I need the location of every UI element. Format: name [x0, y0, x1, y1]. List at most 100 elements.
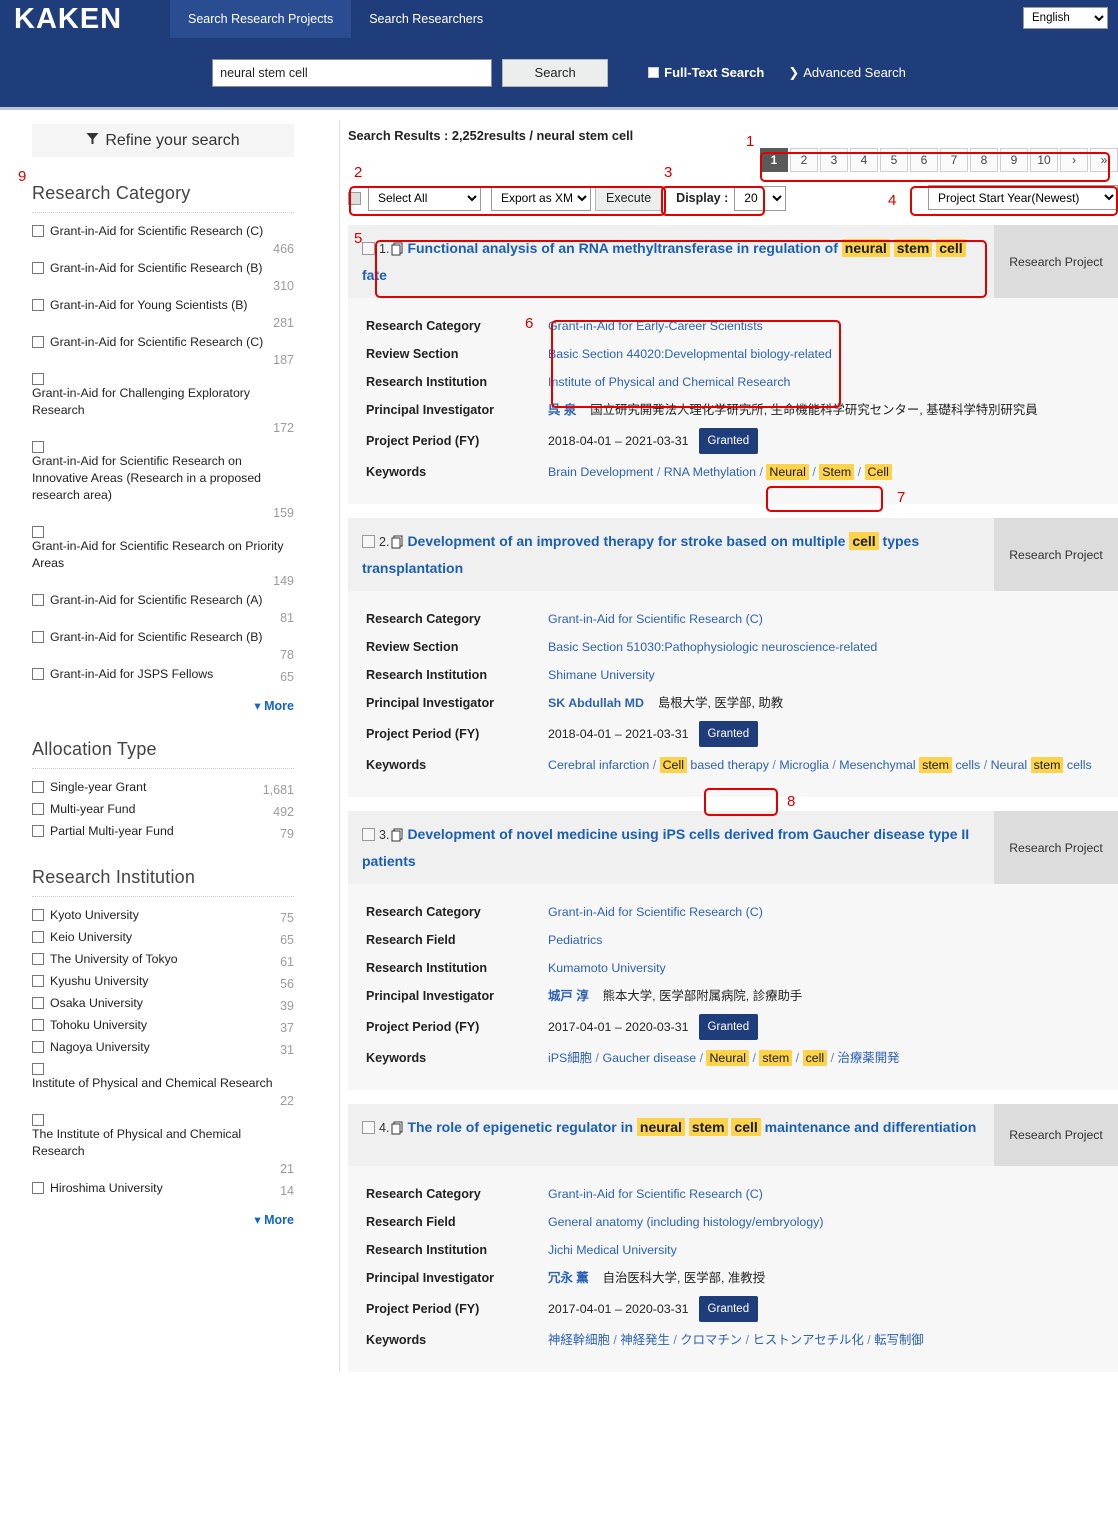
facet-option[interactable]: Grant-in-Aid for Scientific Research (A)… [32, 588, 294, 625]
field-value[interactable]: Basic Section 51030:Pathophysiologic neu… [548, 637, 893, 657]
field-value[interactable]: Brain Development / RNA Methylation / Ne… [548, 462, 908, 482]
field-value[interactable]: Basic Section 44020:Developmental biolog… [548, 344, 848, 364]
field-value[interactable]: 神経幹細胞 / 神経発生 / クロマチン / ヒストンアセチル化 / 転写制御 [548, 1330, 940, 1350]
facet-option[interactable]: Single-year Grant 1,681 [32, 775, 294, 797]
checkbox-icon[interactable] [32, 975, 44, 987]
facet-option[interactable]: The Institute of Physical and Chemical R… [32, 1108, 294, 1176]
facet-option[interactable]: Grant-in-Aid for Scientific Research (C)… [32, 330, 294, 367]
result-title-link[interactable]: Development of an improved therapy for s… [362, 532, 919, 576]
checkbox-icon[interactable] [32, 526, 44, 538]
sort-order-dropdown[interactable]: Project Start Year(Newest) [928, 185, 1118, 210]
keyword[interactable]: Neural [991, 758, 1028, 772]
checkbox-icon[interactable] [32, 1019, 44, 1031]
field-value[interactable]: 2018-04-01 – 2021-03-31 Granted [548, 721, 774, 747]
field-value[interactable]: 城戸 淳熊本大学, 医学部附属病院, 診療助手 [548, 986, 818, 1006]
keyword[interactable]: Microglia [779, 758, 829, 772]
facet-option[interactable]: Kyushu University 56 [32, 969, 294, 991]
keyword[interactable]: Cerebral infarction [548, 758, 649, 772]
facet-option[interactable]: Grant-in-Aid for Scientific Research (C)… [32, 219, 294, 256]
facet-option[interactable]: Institute of Physical and Chemical Resea… [32, 1057, 294, 1108]
checkbox-icon[interactable] [32, 931, 44, 943]
checkbox-icon[interactable] [32, 594, 44, 606]
result-checkbox[interactable] [362, 242, 375, 255]
search-button[interactable]: Search [502, 58, 609, 87]
pi-name[interactable]: 城戸 淳 [548, 989, 589, 1003]
facet-option[interactable]: Grant-in-Aid for Scientific Research on … [32, 435, 294, 520]
checkbox-icon[interactable] [32, 299, 44, 311]
result-title-link[interactable]: The role of epigenetic regulator in neur… [407, 1118, 976, 1136]
pagination-page-1[interactable]: 1 [760, 148, 788, 172]
facet-option[interactable]: Grant-in-Aid for Young Scientists (B) 281 [32, 293, 294, 330]
result-checkbox[interactable] [362, 1121, 375, 1134]
keyword[interactable]: 治療薬開発 [838, 1051, 900, 1065]
full-text-search-toggle[interactable]: Full-Text Search [648, 65, 764, 80]
keyword[interactable]: iPS細胞 [548, 1051, 592, 1065]
keyword[interactable]: ヒストンアセチル化 [753, 1333, 864, 1347]
pagination-page-9[interactable]: 9 [1000, 148, 1028, 172]
keyword-highlight[interactable]: Cell [864, 464, 892, 480]
execute-button[interactable]: Execute [595, 185, 663, 211]
result-checkbox[interactable] [362, 535, 375, 548]
facet-option[interactable]: Keio University 65 [32, 925, 294, 947]
facet-option[interactable]: Kyoto University 75 [32, 903, 294, 925]
field-value[interactable]: Institute of Physical and Chemical Resea… [548, 372, 806, 392]
kaken-logo[interactable]: KAKEN [0, 0, 170, 38]
field-value[interactable]: Kumamoto University [548, 958, 682, 978]
pagination-page-2[interactable]: 2 [790, 148, 818, 172]
language-select[interactable]: English [1023, 7, 1108, 29]
pagination-last-button[interactable]: » [1090, 148, 1118, 172]
facet-option[interactable]: Grant-in-Aid for JSPS Fellows 65 [32, 662, 294, 684]
facet-option[interactable]: Osaka University 39 [32, 991, 294, 1013]
pagination-page-3[interactable]: 3 [820, 148, 848, 172]
field-value[interactable]: Grant-in-Aid for Scientific Research (C) [548, 609, 779, 629]
keyword-highlight[interactable]: Neural [766, 464, 809, 480]
pagination-page-5[interactable]: 5 [880, 148, 908, 172]
checkbox-icon[interactable] [32, 373, 44, 385]
facet-option[interactable]: Nagoya University 31 [32, 1035, 294, 1057]
facet-option[interactable]: Partial Multi-year Fund 79 [32, 819, 294, 841]
checkbox-icon[interactable] [32, 909, 44, 921]
field-value[interactable]: 呉 泉国立研究開発法人理化学研究所, 生命機能科学研究センター, 基礎科学特別研… [548, 400, 1054, 420]
facet-option[interactable]: Grant-in-Aid for Scientific Research on … [32, 520, 294, 588]
checkbox-icon[interactable] [32, 441, 44, 453]
field-value[interactable]: Grant-in-Aid for Scientific Research (C) [548, 1184, 779, 1204]
field-value[interactable]: Pediatrics [548, 930, 618, 950]
field-value[interactable]: General anatomy (including histology/emb… [548, 1212, 840, 1232]
result-title-link[interactable]: Development of novel medicine using iPS … [362, 826, 969, 869]
keyword-highlight[interactable]: stem [919, 757, 952, 773]
field-value[interactable]: Grant-in-Aid for Early-Career Scientists [548, 316, 779, 336]
field-value[interactable]: 2017-04-01 – 2020-03-31 Granted [548, 1296, 774, 1322]
field-value[interactable]: 冗永 薫自治医科大学, 医学部, 准教授 [548, 1268, 781, 1288]
advanced-search-link[interactable]: ❯ Advanced Search [788, 65, 906, 81]
checkbox-icon[interactable] [32, 1182, 44, 1194]
keyword[interactable]: cells [1067, 758, 1092, 772]
field-value[interactable]: SK Abdullah MD 島根大学, 医学部, 助教 [548, 693, 799, 713]
keyword[interactable]: based therapy [690, 758, 769, 772]
checkbox-icon[interactable] [32, 1114, 44, 1126]
keyword[interactable]: 神経発生 [620, 1333, 670, 1347]
keyword-highlight[interactable]: Neural [706, 1050, 749, 1066]
result-title-link[interactable]: Functional analysis of an RNA methyltran… [362, 239, 966, 283]
checkbox-icon[interactable] [648, 67, 660, 78]
field-value[interactable]: Jichi Medical University [548, 1240, 693, 1260]
result-checkbox[interactable] [362, 828, 375, 841]
keyword[interactable]: RNA Methylation [664, 465, 756, 479]
field-value[interactable]: 2018-04-01 – 2021-03-31 Granted [548, 428, 774, 454]
pi-name[interactable]: SK Abdullah MD [548, 696, 644, 710]
refine-your-search-header[interactable]: Refine your search [32, 124, 294, 157]
export-format-dropdown[interactable]: Export as XM [491, 185, 591, 211]
checkbox-icon[interactable] [32, 631, 44, 643]
pagination-page-8[interactable]: 8 [970, 148, 998, 172]
pi-name[interactable]: 冗永 薫 [548, 1271, 589, 1285]
pagination-page-4[interactable]: 4 [850, 148, 878, 172]
checkbox-icon[interactable] [32, 668, 44, 680]
facet-option[interactable]: The University of Tokyo 61 [32, 947, 294, 969]
facet-option[interactable]: Grant-in-Aid for Challenging Exploratory… [32, 367, 294, 435]
field-value[interactable]: Grant-in-Aid for Scientific Research (C) [548, 902, 779, 922]
checkbox-icon[interactable] [32, 997, 44, 1009]
facet-more-link[interactable]: ▾ More [32, 1212, 294, 1227]
checkbox-icon[interactable] [32, 953, 44, 965]
keyword[interactable]: 転写制御 [874, 1333, 924, 1347]
field-value[interactable]: Cerebral infarction / Cell based therapy… [548, 755, 1108, 775]
checkbox-icon[interactable] [32, 262, 44, 274]
